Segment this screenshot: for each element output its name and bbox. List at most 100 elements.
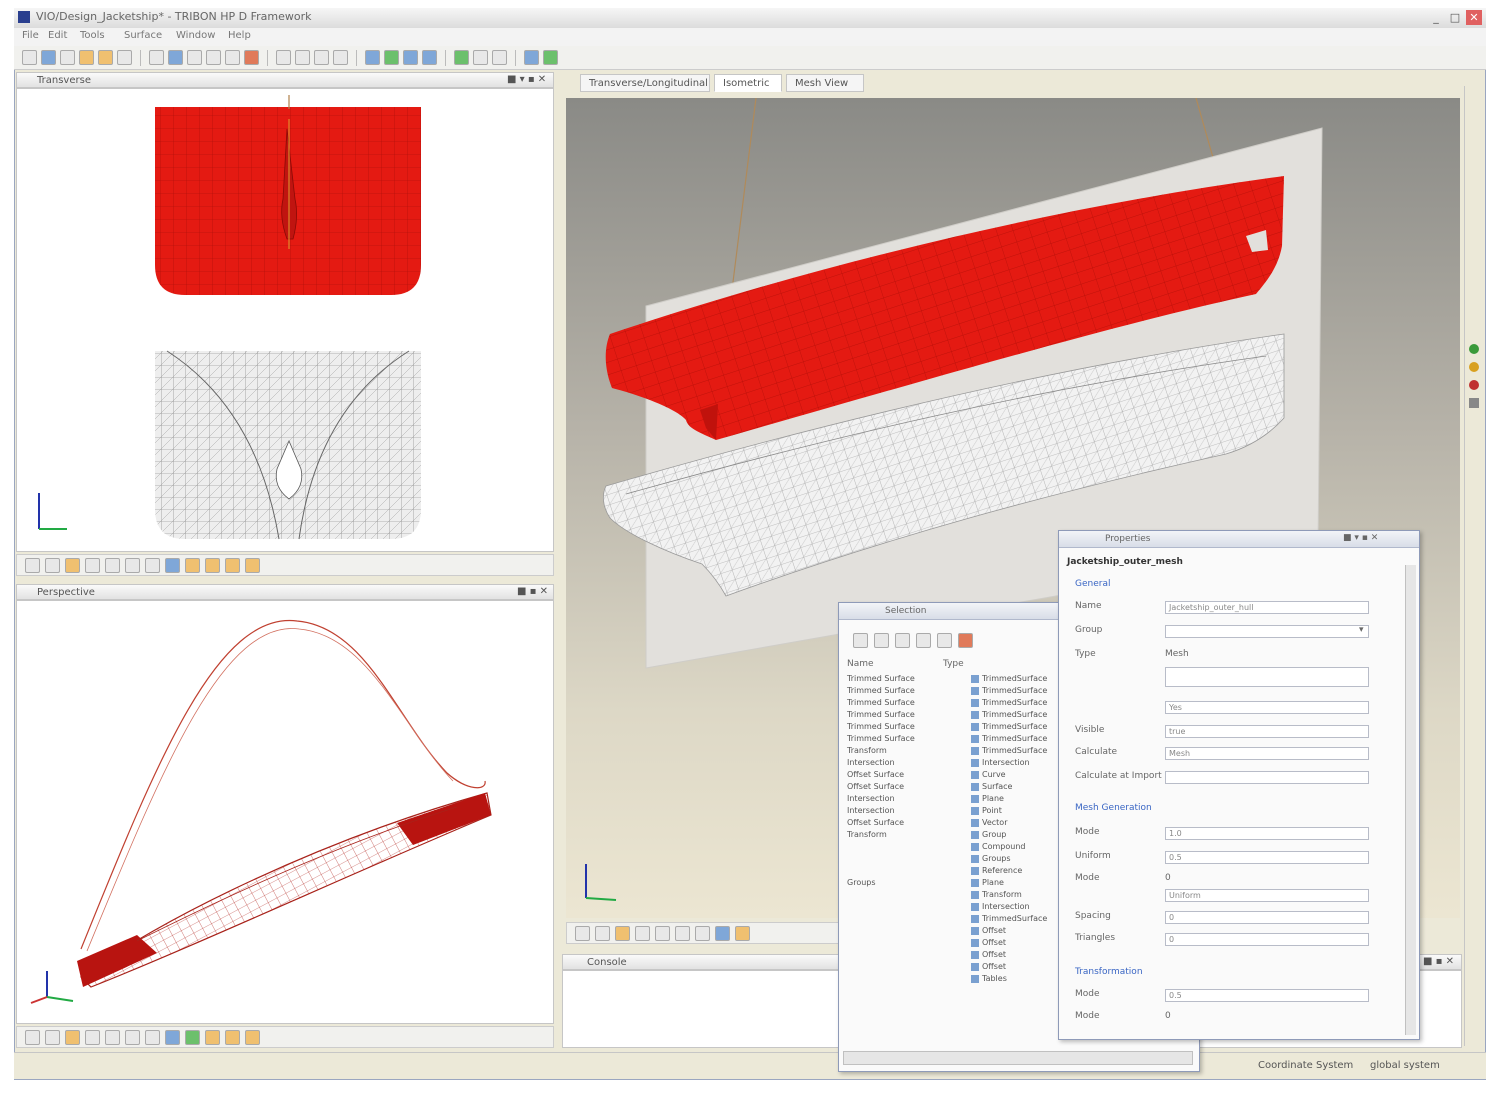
- list-item[interactable]: Intersection: [847, 805, 939, 817]
- delete-icon[interactable]: [244, 50, 259, 65]
- tree-item[interactable]: Groups: [971, 853, 1061, 865]
- save-icon[interactable]: [60, 50, 75, 65]
- curve-icon[interactable]: [206, 50, 221, 65]
- render-icon[interactable]: [524, 50, 539, 65]
- tree-item[interactable]: TrimmedSurface: [971, 733, 1061, 745]
- calculate-field[interactable]: Mesh: [1165, 747, 1369, 760]
- wireframe-icon[interactable]: [85, 1029, 100, 1045]
- triangles-field[interactable]: 0: [1165, 933, 1369, 946]
- column-header-name[interactable]: Name: [847, 659, 874, 669]
- undo-icon[interactable]: [149, 50, 164, 65]
- tab-transverse-longitudinal[interactable]: Transverse/Longitudinal: [580, 74, 710, 92]
- menu-tools[interactable]: Tools: [80, 30, 105, 41]
- transform-mode-field[interactable]: 0.5: [1165, 989, 1369, 1002]
- maximize-button[interactable]: □: [1447, 10, 1463, 25]
- menu-surface[interactable]: Surface: [124, 30, 162, 41]
- list-item[interactable]: [847, 853, 939, 865]
- tree-item[interactable]: Surface: [971, 781, 1061, 793]
- close-button[interactable]: ✕: [1466, 10, 1482, 25]
- uniform-field[interactable]: 0.5: [1165, 851, 1369, 864]
- list-item[interactable]: Trimmed Surface: [847, 673, 939, 685]
- tree-item[interactable]: Reference: [971, 865, 1061, 877]
- tree-item[interactable]: Offset: [971, 937, 1061, 949]
- minimize-button[interactable]: _: [1428, 10, 1444, 25]
- list-item[interactable]: Offset Surface: [847, 781, 939, 793]
- shade-icon[interactable]: [615, 925, 630, 941]
- menu-help[interactable]: Help: [228, 30, 251, 41]
- view-side-icon[interactable]: [295, 50, 310, 65]
- name-field[interactable]: Jacketship_outer_hull: [1165, 601, 1369, 614]
- view-side-icon[interactable]: [595, 925, 610, 941]
- source-field[interactable]: [1165, 667, 1369, 687]
- tab-mesh-view[interactable]: Mesh View: [786, 74, 864, 92]
- visible-value-field[interactable]: true: [1165, 725, 1369, 738]
- grid-icon[interactable]: [492, 50, 507, 65]
- select-icon[interactable]: [105, 557, 120, 573]
- rotate-icon[interactable]: [403, 50, 418, 65]
- material-icon[interactable]: [245, 1029, 260, 1045]
- tree-item[interactable]: Offset: [971, 961, 1061, 973]
- panel-controls-icon[interactable]: ■ ▪ ✕: [1423, 956, 1454, 967]
- tree-item[interactable]: TrimmedSurface: [971, 913, 1061, 925]
- light-icon[interactable]: [185, 557, 200, 573]
- select-icon[interactable]: [655, 925, 670, 941]
- transverse-viewport[interactable]: [16, 88, 554, 552]
- mode-field[interactable]: 1.0: [1165, 827, 1369, 840]
- tree-item[interactable]: TrimmedSurface: [971, 673, 1061, 685]
- view-front-icon[interactable]: [25, 1029, 40, 1045]
- spacing-field[interactable]: 0: [1165, 911, 1369, 924]
- view-front-icon[interactable]: [25, 557, 40, 573]
- tree-item[interactable]: Plane: [971, 877, 1061, 889]
- run-icon[interactable]: [185, 1029, 200, 1045]
- perspective-panel-header[interactable]: Perspective ■ ▪ ✕: [16, 584, 554, 600]
- tree-item[interactable]: Tables: [971, 973, 1061, 985]
- list-item[interactable]: Trimmed Surface: [847, 721, 939, 733]
- panel-controls-icon[interactable]: ■ ▾ ▪ ✕: [507, 74, 546, 85]
- section-transformation[interactable]: Transformation: [1075, 967, 1143, 977]
- zoom-icon[interactable]: [365, 50, 380, 65]
- tree-item[interactable]: Compound: [971, 841, 1061, 853]
- calculate-import-field[interactable]: [1165, 771, 1369, 784]
- pause-icon[interactable]: [473, 50, 488, 65]
- pan-icon[interactable]: [384, 50, 399, 65]
- transverse-panel-header[interactable]: Transverse ■ ▾ ▪ ✕: [16, 72, 554, 88]
- tree-item[interactable]: TrimmedSurface: [971, 709, 1061, 721]
- measure-icon[interactable]: [165, 1029, 180, 1045]
- paste-icon[interactable]: [937, 633, 952, 648]
- menu-window[interactable]: Window: [176, 30, 215, 41]
- view-side-icon[interactable]: [45, 557, 60, 573]
- paste-icon[interactable]: [117, 50, 132, 65]
- color-icon[interactable]: [205, 557, 220, 573]
- measure-icon[interactable]: [165, 557, 180, 573]
- wireframe-icon[interactable]: [85, 557, 100, 573]
- tree-item[interactable]: TrimmedSurface: [971, 685, 1061, 697]
- distribution-field[interactable]: Uniform: [1165, 889, 1369, 902]
- point-icon[interactable]: [187, 50, 202, 65]
- tree-item[interactable]: Point: [971, 805, 1061, 817]
- open-icon[interactable]: [41, 50, 56, 65]
- layers-icon[interactable]: [543, 50, 558, 65]
- wireframe-icon[interactable]: [635, 925, 650, 941]
- view-iso-icon[interactable]: [333, 50, 348, 65]
- tree-item[interactable]: Transform: [971, 889, 1061, 901]
- snap-icon[interactable]: [675, 925, 690, 941]
- measure-icon[interactable]: [715, 925, 730, 941]
- tree-item[interactable]: Offset: [971, 925, 1061, 937]
- list-item[interactable]: Trimmed Surface: [847, 685, 939, 697]
- copy-icon[interactable]: [916, 633, 931, 648]
- group-select[interactable]: [1165, 625, 1369, 638]
- list-item[interactable]: Transform: [847, 829, 939, 841]
- view-front-icon[interactable]: [575, 925, 590, 941]
- light-icon[interactable]: [205, 1029, 220, 1045]
- tree-item[interactable]: Vector: [971, 817, 1061, 829]
- properties-dialog-header[interactable]: Properties ■ ▾ ▪ ✕: [1059, 531, 1419, 548]
- list-item[interactable]: Trimmed Surface: [847, 733, 939, 745]
- fit-icon[interactable]: [422, 50, 437, 65]
- view-front-icon[interactable]: [276, 50, 291, 65]
- tree-item[interactable]: Plane: [971, 793, 1061, 805]
- status-global-system[interactable]: global system: [1370, 1060, 1440, 1071]
- up-icon[interactable]: [895, 633, 910, 648]
- dialog-controls-icon[interactable]: ■ ▾ ▪ ✕: [1343, 533, 1378, 543]
- visible-field[interactable]: Yes: [1165, 701, 1369, 714]
- status-green-icon[interactable]: [1469, 344, 1479, 354]
